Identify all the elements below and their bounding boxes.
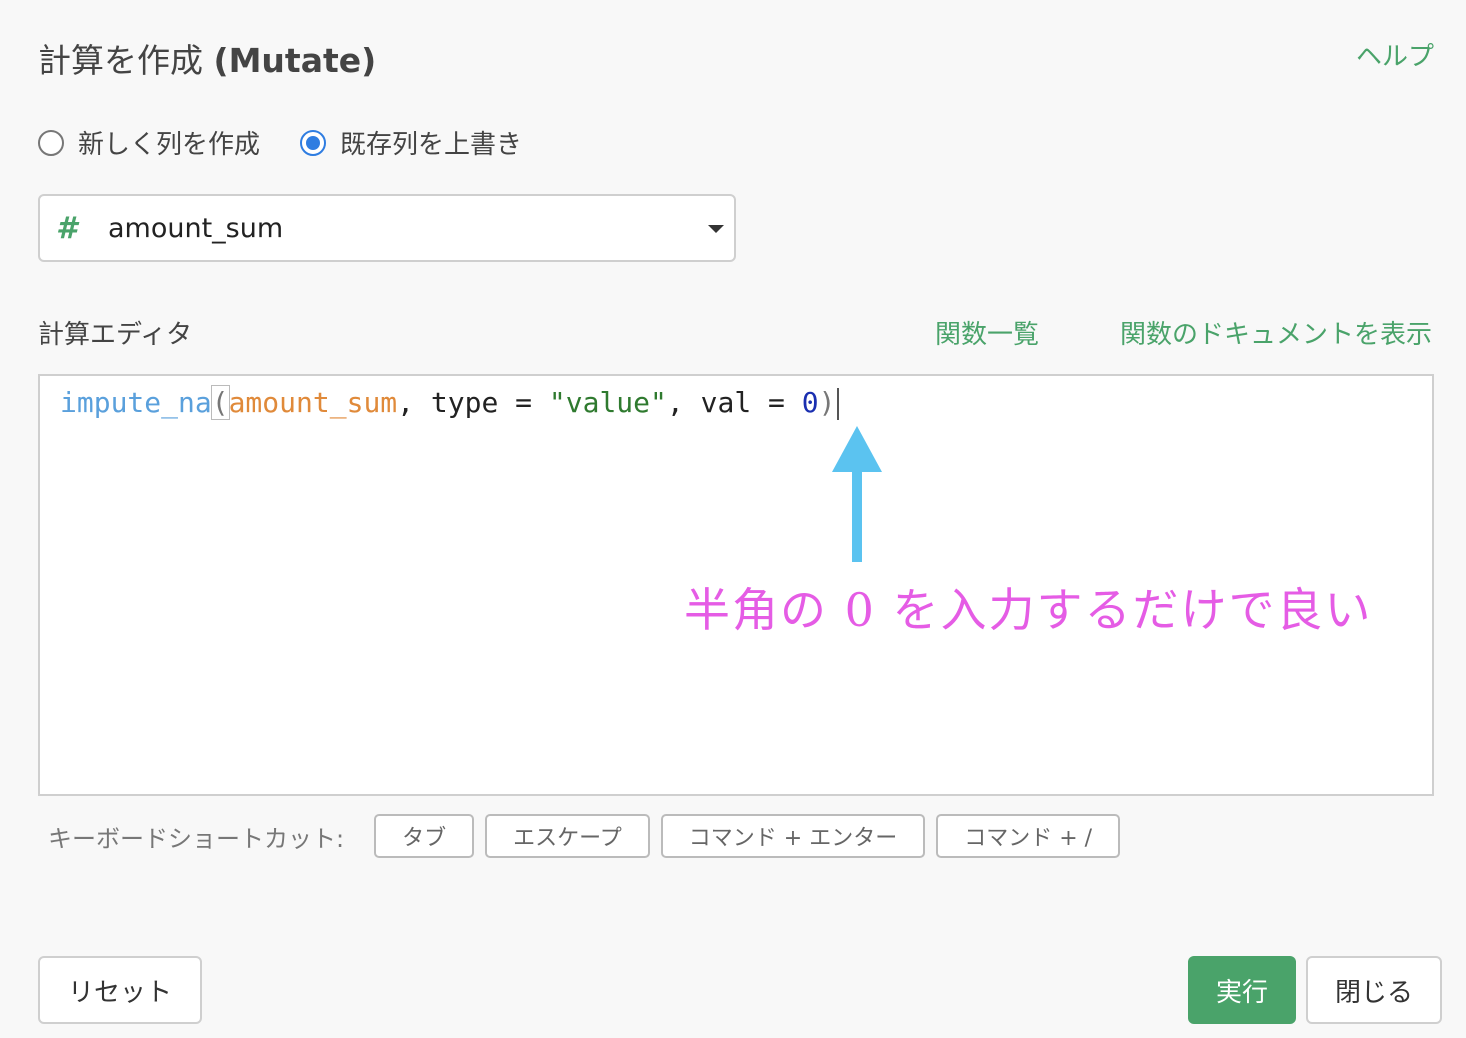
radio-option-new-column[interactable]: 新しく列を作成 [38, 124, 260, 161]
function-doc-link[interactable]: 関数のドキュメントを表示 [1120, 314, 1432, 351]
mode-radio-group: 新しく列を作成 既存列を上書き [38, 124, 562, 161]
radio-checked[interactable] [300, 129, 327, 156]
shortcut-button-command-slash[interactable]: コマンド + / [936, 814, 1121, 858]
numeric-type-icon: # [56, 210, 77, 246]
dialog-title: 計算を作成 (Mutate) [38, 34, 376, 82]
code-token-close-paren: ) [818, 386, 836, 419]
help-link[interactable]: ヘルプ [1356, 36, 1434, 73]
column-select[interactable]: # amount_sum [38, 194, 736, 262]
code-token-argument: amount_sum [228, 386, 398, 419]
annotation-arrow-head [832, 426, 882, 472]
reset-button[interactable]: リセット [38, 956, 202, 1024]
run-button[interactable]: 実行 [1188, 956, 1296, 1024]
close-button[interactable]: 閉じる [1306, 956, 1442, 1024]
annotation-text: 半角の 0 を入力するだけで良い [684, 583, 1373, 637]
dropdown-caret-icon[interactable] [708, 225, 724, 233]
annotation-arrow-shaft [852, 470, 862, 562]
radio-option-overwrite[interactable]: 既存列を上書き [300, 124, 522, 161]
column-select-value: amount_sum [108, 212, 284, 244]
shortcut-label: キーボードショートカット: [48, 824, 345, 853]
code-token-separator-1: , type = [397, 386, 549, 419]
radio-label-overwrite: 既存列を上書き [340, 130, 523, 160]
radio-label-new-column: 新しく列を作成 [78, 130, 261, 160]
code-token-number: 0 [801, 386, 819, 419]
code-token-string: "value" [548, 386, 667, 419]
shortcut-button-tab[interactable]: タブ [374, 814, 475, 858]
code-token-function: impute_na [60, 386, 212, 419]
shortcut-button-escape[interactable]: エスケープ [485, 814, 650, 858]
shortcut-button-command-enter[interactable]: コマンド + エンター [660, 814, 926, 858]
text-cursor [837, 388, 840, 420]
code-token-open-paren: ( [210, 385, 230, 420]
editor-label: 計算エディタ [38, 320, 193, 350]
radio-unchecked[interactable] [38, 129, 64, 156]
code-token-separator-2: , val = [666, 386, 802, 419]
code-line: impute_na(amount_sum, type = "value", va… [60, 385, 840, 420]
function-list-link[interactable]: 関数一覧 [935, 314, 1039, 351]
annotation-arrow-icon [832, 426, 882, 562]
dialog-title-jp: 計算を作成 [38, 41, 203, 80]
dialog-title-en: (Mutate) [213, 41, 377, 80]
shortcut-row: キーボードショートカット: タブ エスケープ コマンド + エンター コマンド … [48, 814, 1131, 858]
